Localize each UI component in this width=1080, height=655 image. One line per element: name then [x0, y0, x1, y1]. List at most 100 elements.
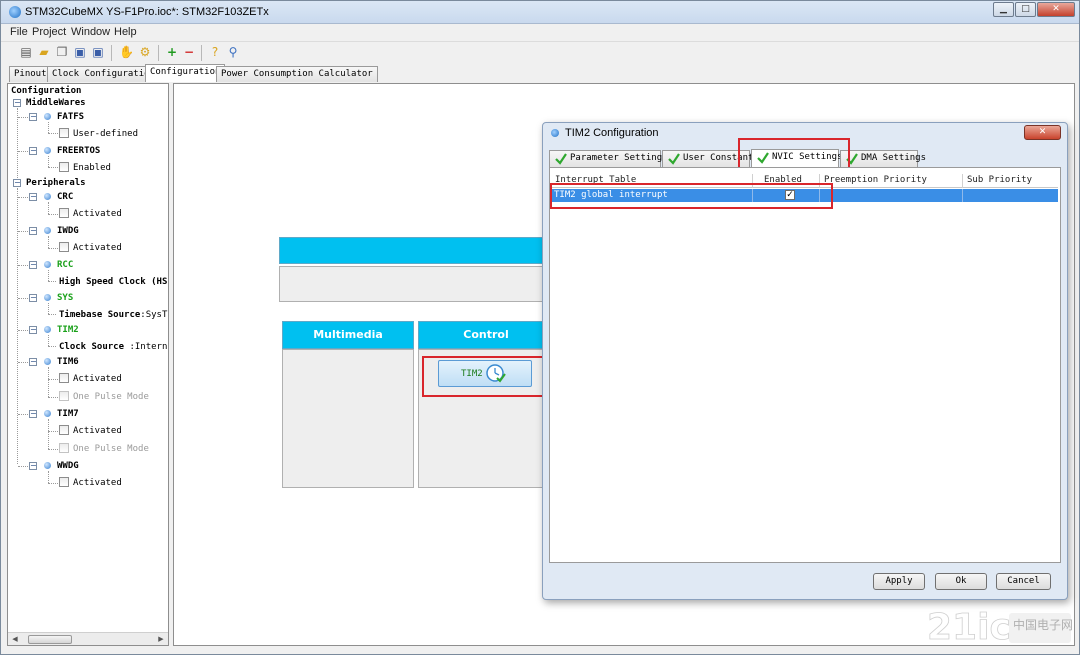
collapse-icon[interactable]: −: [29, 410, 37, 418]
tree-tim7[interactable]: TIM7: [57, 409, 79, 419]
iwdg-activated-checkbox[interactable]: [59, 242, 69, 252]
collapse-icon[interactable]: −: [29, 261, 37, 269]
category-header-top: [279, 237, 554, 264]
col-sub-priority: Sub Priority: [967, 175, 1033, 185]
tree-tim6[interactable]: TIM6: [57, 357, 79, 367]
tim7-activated-label: Activated: [73, 426, 122, 436]
tree-peripherals-label: Peripherals: [26, 178, 86, 188]
tim7-one-pulse-checkbox[interactable]: [59, 443, 69, 453]
tim6-one-pulse-checkbox[interactable]: [59, 391, 69, 401]
tree-root-label: Configuration: [11, 86, 82, 96]
scroll-thumb[interactable]: [28, 635, 72, 644]
tab-configuration[interactable]: Configuration: [145, 64, 226, 82]
component-bullet-icon: [44, 147, 51, 154]
dialog-tab-strip: Parameter Settings User Constants NVIC S…: [549, 149, 1063, 167]
tab-parameter-settings[interactable]: Parameter Settings: [549, 150, 668, 167]
check-icon: [757, 152, 769, 164]
tree-wwdg[interactable]: WWDG: [57, 461, 79, 471]
app-icon: [9, 6, 21, 18]
remove-icon[interactable]: −: [182, 45, 196, 59]
collapse-icon[interactable]: −: [29, 358, 37, 366]
minimize-button[interactable]: ▁: [993, 2, 1014, 17]
crc-activated-checkbox[interactable]: [59, 208, 69, 218]
table-row[interactable]: TIM2 global interrupt ✓: [552, 189, 1058, 202]
add-icon[interactable]: +: [165, 45, 179, 59]
tim7-activated-checkbox[interactable]: [59, 425, 69, 435]
crc-activated-label: Activated: [73, 209, 122, 219]
tim2-clock-source-value: :Interna: [129, 342, 169, 352]
tab-user-constants[interactable]: User Constants: [662, 150, 759, 167]
tab-power-consumption-calculator[interactable]: Power Consumption Calculator: [216, 66, 378, 82]
menu-project[interactable]: Project: [32, 26, 66, 38]
tim6-activated-label: Activated: [73, 374, 122, 384]
tree-tim2[interactable]: TIM2: [57, 325, 79, 335]
freertos-enabled-checkbox[interactable]: [59, 162, 69, 172]
menu-bar: File Project Window Help: [1, 25, 1079, 41]
apply-button[interactable]: Apply: [873, 573, 925, 590]
interrupt-enabled-checkbox[interactable]: ✓: [785, 190, 795, 200]
component-bullet-icon: [44, 358, 51, 365]
dialog-close-button[interactable]: ✕: [1024, 125, 1061, 140]
tim2-configuration-dialog: TIM2 Configuration ✕ Parameter Settings …: [542, 122, 1068, 600]
cancel-button[interactable]: Cancel: [996, 573, 1051, 590]
tree-freertos[interactable]: FREERTOS: [57, 146, 100, 156]
search-icon[interactable]: ⚲: [226, 45, 240, 59]
collapse-icon[interactable]: −: [13, 99, 21, 107]
tim2-clock-source-row: Clock Source :Interna: [59, 342, 169, 352]
new-project-icon[interactable]: ▤: [19, 45, 33, 59]
sys-timebase-key: Timebase Source: [59, 310, 141, 320]
close-button[interactable]: ✕: [1037, 2, 1075, 17]
tree-fatfs[interactable]: FATFS: [57, 112, 84, 122]
open-icon[interactable]: ▰: [37, 45, 51, 59]
configuration-tree: Configuration − MiddleWares − FATFS User…: [7, 83, 169, 646]
collapse-icon[interactable]: −: [13, 179, 21, 187]
maximize-button[interactable]: □: [1015, 2, 1036, 17]
tim6-activated-checkbox[interactable]: [59, 373, 69, 383]
menu-file[interactable]: File: [10, 26, 28, 38]
collapse-icon[interactable]: −: [29, 113, 37, 121]
tim2-config-button[interactable]: TIM2: [438, 360, 532, 387]
hand-icon[interactable]: ✋: [119, 45, 134, 59]
component-bullet-icon: [44, 113, 51, 120]
tree-sys[interactable]: SYS: [57, 293, 73, 303]
fatfs-user-defined-checkbox[interactable]: [59, 128, 69, 138]
scroll-right-icon[interactable]: ▶: [155, 634, 167, 644]
save-icon[interactable]: ▣: [73, 45, 87, 59]
collapse-icon[interactable]: −: [29, 147, 37, 155]
tree-horizontal-scrollbar[interactable]: ◀ ▶: [8, 632, 168, 645]
tim2-clock-source-key: Clock Source: [59, 342, 130, 352]
check-icon: [846, 153, 858, 165]
toolbar: ▤ ▰ ❐ ▣ ▣ ✋ ⚙ + − ? ⚲: [1, 41, 1079, 63]
tree-iwdg[interactable]: IWDG: [57, 226, 79, 236]
generate-code-icon[interactable]: ⚙: [138, 45, 152, 59]
menu-window[interactable]: Window: [71, 26, 110, 38]
component-bullet-icon: [44, 261, 51, 268]
collapse-icon[interactable]: −: [29, 462, 37, 470]
fatfs-user-defined-label: User-defined: [73, 129, 139, 139]
multimedia-panel: [282, 349, 414, 488]
ok-button[interactable]: Ok: [935, 573, 987, 590]
tree-crc[interactable]: CRC: [57, 192, 73, 202]
tab-nvic-settings[interactable]: NVIC Settings: [751, 149, 842, 167]
wwdg-activated-checkbox[interactable]: [59, 477, 69, 487]
help-icon[interactable]: ?: [208, 45, 222, 59]
scroll-left-icon[interactable]: ◀: [9, 634, 21, 644]
tim6-one-pulse-label: One Pulse Mode: [73, 392, 149, 402]
collapse-icon[interactable]: −: [29, 326, 37, 334]
tab-dma-settings[interactable]: DMA Settings: [840, 150, 926, 167]
save-as-icon[interactable]: ▣: [91, 45, 105, 59]
collapse-icon[interactable]: −: [29, 294, 37, 302]
collapse-icon[interactable]: −: [29, 227, 37, 235]
tree-middlewares-label: MiddleWares: [26, 98, 86, 108]
tree-rcc[interactable]: RCC: [57, 260, 73, 270]
check-icon: [668, 153, 680, 165]
tab-parameter-settings-label: Parameter Settings: [570, 153, 668, 163]
component-bullet-icon: [44, 326, 51, 333]
control-header: Control: [418, 321, 554, 349]
tab-pinout[interactable]: Pinout: [9, 66, 52, 82]
tab-clock-configuration[interactable]: Clock Configuration: [47, 66, 160, 82]
component-bullet-icon: [44, 294, 51, 301]
copy-icon[interactable]: ❐: [55, 45, 69, 59]
menu-help[interactable]: Help: [114, 26, 137, 38]
collapse-icon[interactable]: −: [29, 193, 37, 201]
